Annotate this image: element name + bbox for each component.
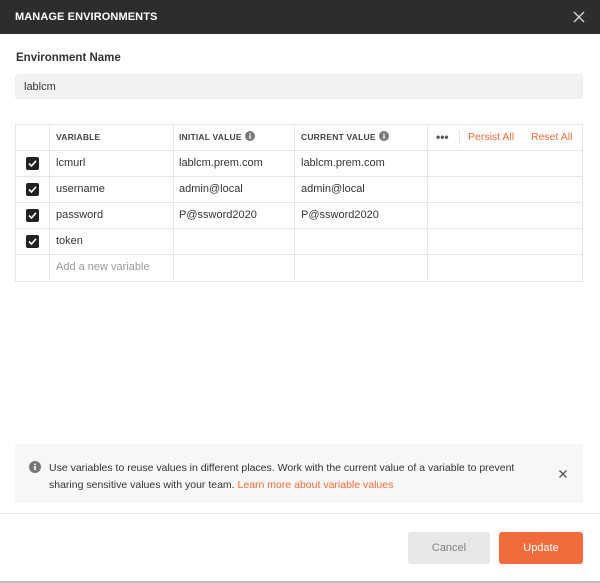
initial-value-cell[interactable]: lablcm.prem.com [174, 151, 295, 176]
table-header-row: VARIABLE INITIAL VALUE CURRENT VALUE •••… [16, 125, 582, 151]
row-tools-cell [428, 255, 584, 280]
new-variable-input[interactable]: Add a new variable [50, 255, 174, 280]
enable-checkbox[interactable] [26, 235, 39, 248]
variable-name-cell[interactable]: password [50, 203, 174, 228]
row-check-cell [16, 229, 50, 254]
update-button[interactable]: Update [499, 532, 583, 564]
info-banner: Use variables to reuse values in differe… [15, 444, 583, 503]
info-icon[interactable] [244, 126, 255, 141]
initial-value-cell[interactable] [174, 255, 295, 280]
header-current-value-label: CURRENT VALUE [301, 132, 376, 142]
variables-table: VARIABLE INITIAL VALUE CURRENT VALUE •••… [15, 124, 583, 282]
new-variable-row: Add a new variable [16, 255, 582, 281]
footer-divider [0, 513, 600, 514]
info-icon[interactable] [378, 126, 389, 141]
current-value-cell[interactable] [295, 229, 428, 254]
current-value-cell[interactable]: P@ssword2020 [295, 203, 428, 228]
row-check-cell [16, 203, 50, 228]
row-tools-cell [428, 229, 584, 254]
close-icon[interactable] [568, 6, 590, 28]
header-variable: VARIABLE [50, 125, 174, 150]
table-row: username admin@local admin@local [16, 177, 582, 203]
info-banner-text: Use variables to reuse values in differe… [49, 460, 529, 494]
variable-name-cell[interactable]: lcmurl [50, 151, 174, 176]
enable-checkbox[interactable] [26, 157, 39, 170]
dialog-titlebar: MANAGE ENVIRONMENTS [0, 0, 600, 34]
table-row: token [16, 229, 582, 255]
row-tools-cell [428, 177, 584, 202]
header-tools: ••• Persist All Reset All [428, 125, 584, 150]
initial-value-cell[interactable] [174, 229, 295, 254]
divider [459, 130, 460, 145]
learn-more-link[interactable]: Learn more about variable values [238, 479, 394, 491]
more-options-icon[interactable]: ••• [436, 125, 449, 150]
current-value-cell[interactable] [295, 255, 428, 280]
table-row: password P@ssword2020 P@ssword2020 [16, 203, 582, 229]
initial-value-cell[interactable]: P@ssword2020 [174, 203, 295, 228]
row-check-cell [16, 177, 50, 202]
enable-checkbox[interactable] [26, 183, 39, 196]
header-initial-value-label: INITIAL VALUE [179, 132, 242, 142]
info-icon [29, 461, 41, 473]
initial-value-cell[interactable]: admin@local [174, 177, 295, 202]
header-check-cell [16, 125, 50, 150]
current-value-cell[interactable]: admin@local [295, 177, 428, 202]
persist-all-link[interactable]: Persist All [468, 125, 514, 150]
enable-checkbox[interactable] [26, 209, 39, 222]
reset-all-link[interactable]: Reset All [531, 125, 572, 150]
environment-name-label: Environment Name [16, 52, 121, 64]
environment-name-input[interactable] [15, 74, 583, 99]
row-tools-cell [428, 203, 584, 228]
cancel-button[interactable]: Cancel [408, 532, 490, 564]
current-value-cell[interactable]: lablcm.prem.com [295, 151, 428, 176]
header-initial-value: INITIAL VALUE [174, 125, 295, 150]
row-check-cell [16, 151, 50, 176]
table-row: lcmurl lablcm.prem.com lablcm.prem.com [16, 151, 582, 177]
variable-name-cell[interactable]: token [50, 229, 174, 254]
row-tools-cell [428, 151, 584, 176]
variable-name-cell[interactable]: username [50, 177, 174, 202]
header-current-value: CURRENT VALUE [295, 125, 428, 150]
dismiss-banner-icon[interactable] [557, 468, 569, 480]
row-check-cell [16, 255, 50, 280]
dialog-title: MANAGE ENVIRONMENTS [15, 11, 158, 23]
